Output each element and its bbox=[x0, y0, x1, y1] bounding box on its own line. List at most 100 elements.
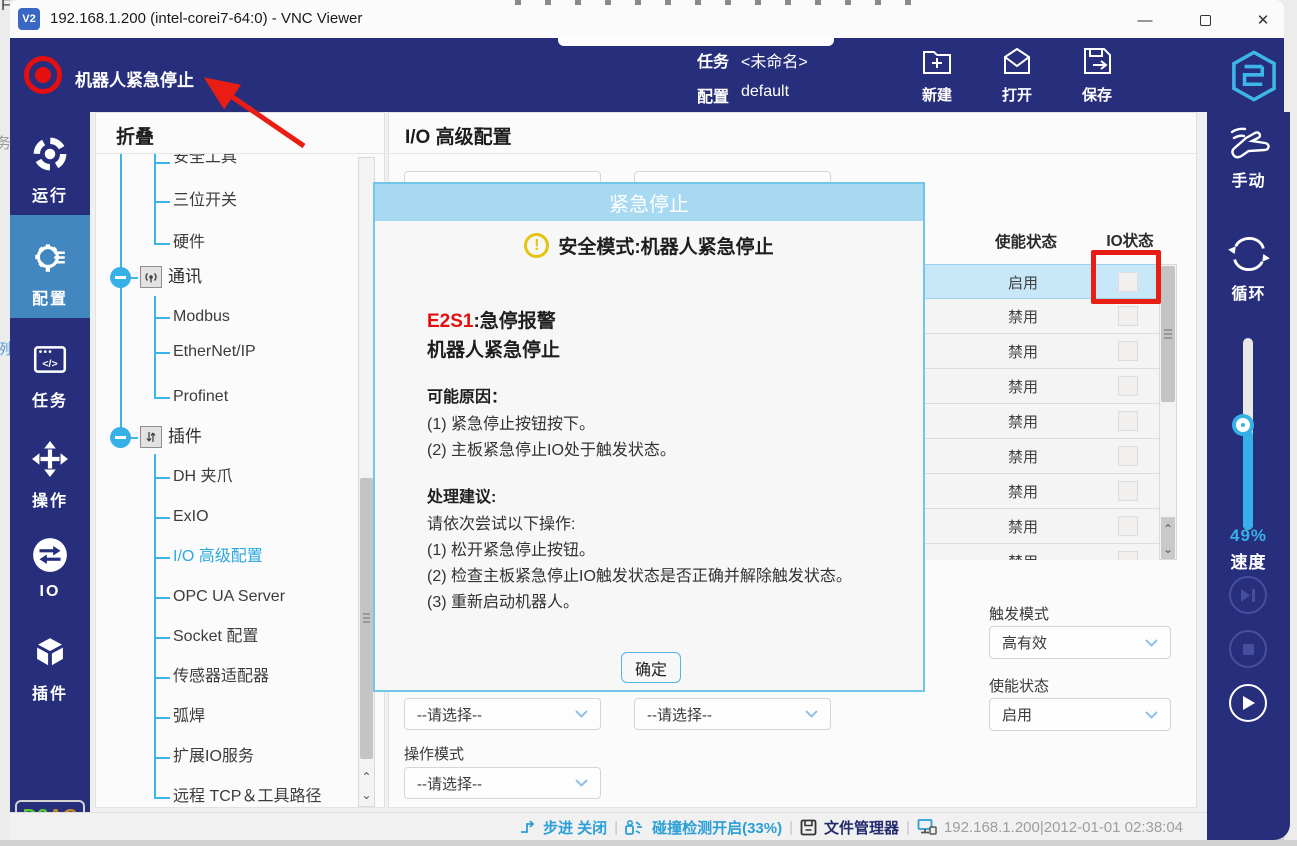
tree-item[interactable]: EtherNet/IP bbox=[173, 341, 256, 363]
config-label: 配置 bbox=[697, 83, 729, 107]
operation-mode-select[interactable]: --请选择-- bbox=[404, 767, 601, 799]
select-1[interactable]: --请选择-- bbox=[404, 698, 601, 730]
manual-mode-button[interactable] bbox=[1207, 126, 1290, 168]
sidebar-item-operate[interactable]: 操作 bbox=[10, 440, 90, 511]
speed-slider-track[interactable] bbox=[1243, 338, 1253, 530]
operation-mode-label: 操作模式 bbox=[404, 743, 464, 764]
cycle-mode-label: 循环 bbox=[1207, 280, 1290, 304]
estop-indicator-icon bbox=[24, 56, 62, 94]
open-button[interactable]: 打开 bbox=[982, 45, 1052, 105]
dialog-title-bar: 紧急停止 bbox=[375, 184, 923, 221]
advice-1: (1) 松开紧急停止按钮。 bbox=[427, 536, 595, 560]
config-tree-panel: 安全工具 三位开关 硬件 通讯 Modbus EtherNet/IP Profi… bbox=[95, 112, 385, 808]
scroll-down-icon[interactable]: ⌄ bbox=[1161, 539, 1175, 558]
enable-state-select[interactable]: 启用 bbox=[989, 698, 1171, 731]
sidebar-item-task[interactable]: </> 任务 bbox=[10, 340, 90, 411]
task-value: <未命名> bbox=[741, 48, 808, 72]
code-window-icon: </> bbox=[31, 340, 69, 378]
stop-button[interactable] bbox=[1229, 630, 1267, 668]
file-manager-link[interactable]: 文件管理器 bbox=[824, 817, 899, 838]
io-state-checkbox[interactable] bbox=[1118, 481, 1138, 501]
run-icon bbox=[31, 135, 69, 173]
step-status[interactable]: 步进 关闭 bbox=[543, 817, 607, 838]
io-state-checkbox[interactable] bbox=[1118, 341, 1138, 361]
ok-button[interactable]: 确定 bbox=[621, 652, 681, 683]
collapse-toggle[interactable] bbox=[110, 427, 131, 448]
sidebar-item-run[interactable]: 运行 bbox=[10, 135, 90, 206]
vnc-logo: V2 bbox=[18, 8, 40, 30]
tree-item[interactable]: 硬件 bbox=[173, 232, 205, 254]
desktop-strip bbox=[0, 840, 1297, 846]
table-scrollbar[interactable]: ⌃ ⌄ bbox=[1159, 264, 1177, 560]
causes-title: 可能原因： bbox=[427, 383, 507, 407]
select-2[interactable]: --请选择-- bbox=[634, 698, 831, 730]
tree-scrollbar-thumb[interactable] bbox=[360, 478, 373, 759]
collision-status[interactable]: 碰撞检测开启(33%) bbox=[652, 817, 782, 838]
minimize-button[interactable]: — bbox=[1122, 6, 1168, 34]
move-arrows-icon bbox=[31, 440, 69, 478]
file-manager-icon bbox=[800, 819, 817, 836]
trigger-mode-select[interactable]: 高有效 bbox=[989, 626, 1171, 659]
tree-item[interactable]: ExIO bbox=[173, 506, 209, 528]
skip-end-icon bbox=[1240, 588, 1256, 603]
tree-item[interactable]: 传感器适配器 bbox=[173, 666, 269, 688]
cycle-mode-button[interactable] bbox=[1207, 234, 1290, 278]
chevron-down-icon bbox=[1145, 711, 1158, 719]
io-state-checkbox[interactable] bbox=[1118, 411, 1138, 431]
tree-header-title[interactable]: 折叠 bbox=[116, 122, 154, 149]
scroll-down-icon[interactable]: ⌄ bbox=[360, 785, 373, 804]
tree-item-io-advanced-selected[interactable]: I/O 高级配置 bbox=[173, 546, 263, 568]
save-button[interactable]: 保存 bbox=[1062, 45, 1132, 105]
advice-3: (3) 重新启动机器人。 bbox=[427, 588, 579, 612]
io-state-checkbox[interactable] bbox=[1118, 306, 1138, 326]
sidebar-item-plugin[interactable]: 插件 bbox=[10, 633, 90, 704]
tree-item[interactable]: Socket 配置 bbox=[173, 626, 258, 648]
speed-slider-handle[interactable] bbox=[1236, 418, 1250, 432]
dialog-heading: ! 安全模式:机器人紧急停止 bbox=[375, 232, 923, 259]
config-value: default bbox=[741, 83, 789, 101]
tree-item[interactable]: OPC UA Server bbox=[173, 586, 285, 608]
io-state-checkbox[interactable] bbox=[1118, 446, 1138, 466]
play-button[interactable] bbox=[1229, 684, 1267, 722]
io-state-checkbox[interactable] bbox=[1118, 551, 1138, 560]
tree-item[interactable]: 弧焊 bbox=[173, 706, 205, 728]
advice-title: 处理建议: bbox=[427, 483, 496, 507]
tree-item[interactable]: 远程 TCP＆工具路径 bbox=[173, 786, 321, 808]
screen: F 务 例 V2 192.168.1.200 (intel-corei7-64:… bbox=[0, 0, 1297, 846]
col-header-enable: 使能状态 bbox=[971, 230, 1081, 252]
advice-2: (2) 检查主板紧急停止IO触发状态是否正确并解除触发状态。 bbox=[427, 562, 852, 586]
table-scrollbar-thumb[interactable] bbox=[1161, 266, 1175, 402]
stop-icon bbox=[1242, 643, 1255, 656]
chevron-down-icon bbox=[575, 710, 588, 718]
io-swap-icon bbox=[31, 536, 69, 574]
tree-item[interactable]: 扩展IO服务 bbox=[173, 746, 254, 768]
tree-item-comm[interactable]: 通讯 bbox=[168, 266, 202, 288]
new-button[interactable]: 新建 bbox=[902, 45, 972, 105]
tree-item[interactable]: Profinet bbox=[173, 386, 228, 408]
chevron-down-icon bbox=[575, 779, 588, 787]
tree-item[interactable]: Modbus bbox=[173, 306, 230, 328]
connection-address: 192.168.1.200|2012-01-01 02:38:04 bbox=[944, 819, 1183, 836]
io-state-checkbox[interactable] bbox=[1118, 516, 1138, 536]
maximize-button[interactable] bbox=[1182, 6, 1228, 34]
brand-logo-icon bbox=[1228, 50, 1280, 102]
vnc-toolbar-tab[interactable] bbox=[558, 38, 834, 46]
step-to-end-button[interactable] bbox=[1229, 576, 1267, 614]
io-state-checkbox[interactable] bbox=[1118, 376, 1138, 396]
collapse-toggle[interactable] bbox=[110, 267, 131, 288]
col-header-io: IO状态 bbox=[1094, 229, 1166, 251]
open-icon bbox=[1000, 45, 1034, 77]
scroll-up-icon[interactable]: ⌃ bbox=[360, 767, 373, 786]
tree-item[interactable]: 三位开关 bbox=[173, 190, 237, 212]
sidebar-item-config[interactable]: 配置 bbox=[10, 238, 90, 309]
play-icon bbox=[1241, 695, 1256, 711]
cube-icon bbox=[31, 633, 69, 671]
chevron-down-icon bbox=[1145, 639, 1158, 647]
close-button[interactable]: ✕ bbox=[1240, 6, 1286, 34]
scroll-up-icon[interactable]: ⌃ bbox=[1161, 519, 1175, 538]
tree-item-plugin[interactable]: 插件 bbox=[168, 426, 202, 448]
tree-item[interactable]: DH 夹爪 bbox=[173, 466, 233, 488]
sidebar-item-io[interactable]: IO bbox=[10, 536, 90, 601]
speed-label: 速度 bbox=[1207, 548, 1290, 573]
estop-status-text: 机器人紧急停止 bbox=[75, 66, 194, 91]
